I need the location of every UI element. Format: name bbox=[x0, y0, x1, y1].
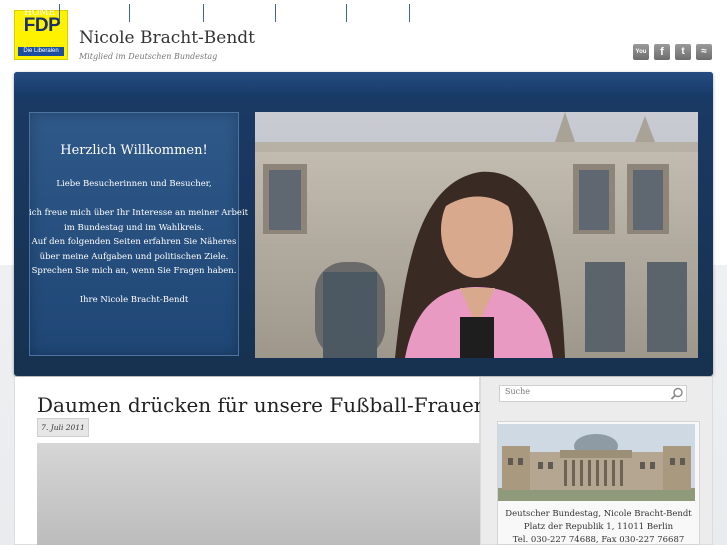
welcome-text-line: über meine Aufgaben und politischen Ziel… bbox=[39, 252, 229, 262]
welcome-text-line: im Bundestag und im Wahlkreis. bbox=[64, 223, 204, 233]
post-date-badge: 7. Juli 2011 bbox=[37, 418, 89, 437]
nav-divider bbox=[409, 4, 410, 22]
post-image[interactable] bbox=[37, 443, 480, 545]
nav-item-wahlkreis[interactable]: WAHLKREIS bbox=[284, 0, 343, 26]
search-placeholder: Suche bbox=[505, 387, 530, 396]
post-title[interactable]: Daumen drücken für unsere Fußball-Frauen… bbox=[37, 393, 495, 417]
address-line: Tel. 030-227 74688, Fax 030-227 76687 bbox=[512, 535, 685, 545]
welcome-signature: Ihre Nicole Bracht-Bendt bbox=[79, 295, 189, 305]
site-subtitle: Mitglied im Deutschen Bundestag bbox=[79, 52, 218, 61]
nav-item-persoenlich[interactable]: PERSÖNLICH bbox=[138, 0, 203, 26]
main-navigation bbox=[14, 72, 713, 98]
welcome-text-line: Auf den folgenden Seiten erfahren Sie Nä… bbox=[31, 237, 237, 247]
facebook-icon[interactable]: f bbox=[654, 44, 670, 60]
site-title[interactable]: Nicole Bracht-Bendt bbox=[79, 28, 255, 48]
rss-icon[interactable]: ≈ bbox=[696, 44, 712, 60]
welcome-text-line: ich freue mich über Ihr Interesse an mei… bbox=[29, 208, 249, 218]
welcome-text-line: Sprechen Sie mich an, wenn Sie Fragen ha… bbox=[31, 266, 237, 276]
hero-portrait-photo bbox=[255, 112, 698, 358]
nav-item-bundestag[interactable]: BUNDESTAG bbox=[212, 0, 273, 26]
address-line: Deutscher Bundestag, Nicole Bracht-Bendt bbox=[505, 509, 692, 519]
nav-divider bbox=[203, 4, 204, 22]
nav-item-service[interactable]: SERVICE bbox=[418, 0, 461, 26]
nav-item-home[interactable]: HOME bbox=[24, 0, 55, 26]
youtube-icon[interactable]: You Tube bbox=[633, 44, 649, 71]
nav-item-kontakt[interactable]: KONTAKT bbox=[355, 0, 401, 26]
nav-divider bbox=[346, 4, 347, 22]
nav-item-aktuelles[interactable]: AKTUELLES bbox=[70, 0, 128, 26]
logo-subtext: Die Liberalen bbox=[18, 47, 64, 56]
nav-divider bbox=[275, 4, 276, 22]
reichstag-image bbox=[498, 424, 695, 501]
welcome-greeting: Liebe Besucherinnen und Besucher, bbox=[56, 179, 212, 189]
search-icon[interactable] bbox=[670, 386, 684, 400]
nav-divider bbox=[59, 4, 60, 22]
welcome-title: Herzlich Willkommen! bbox=[60, 143, 208, 158]
address-line: Platz der Republik 1, 11011 Berlin bbox=[523, 522, 674, 532]
nav-divider bbox=[129, 4, 130, 22]
twitter-icon[interactable]: t bbox=[675, 44, 691, 60]
